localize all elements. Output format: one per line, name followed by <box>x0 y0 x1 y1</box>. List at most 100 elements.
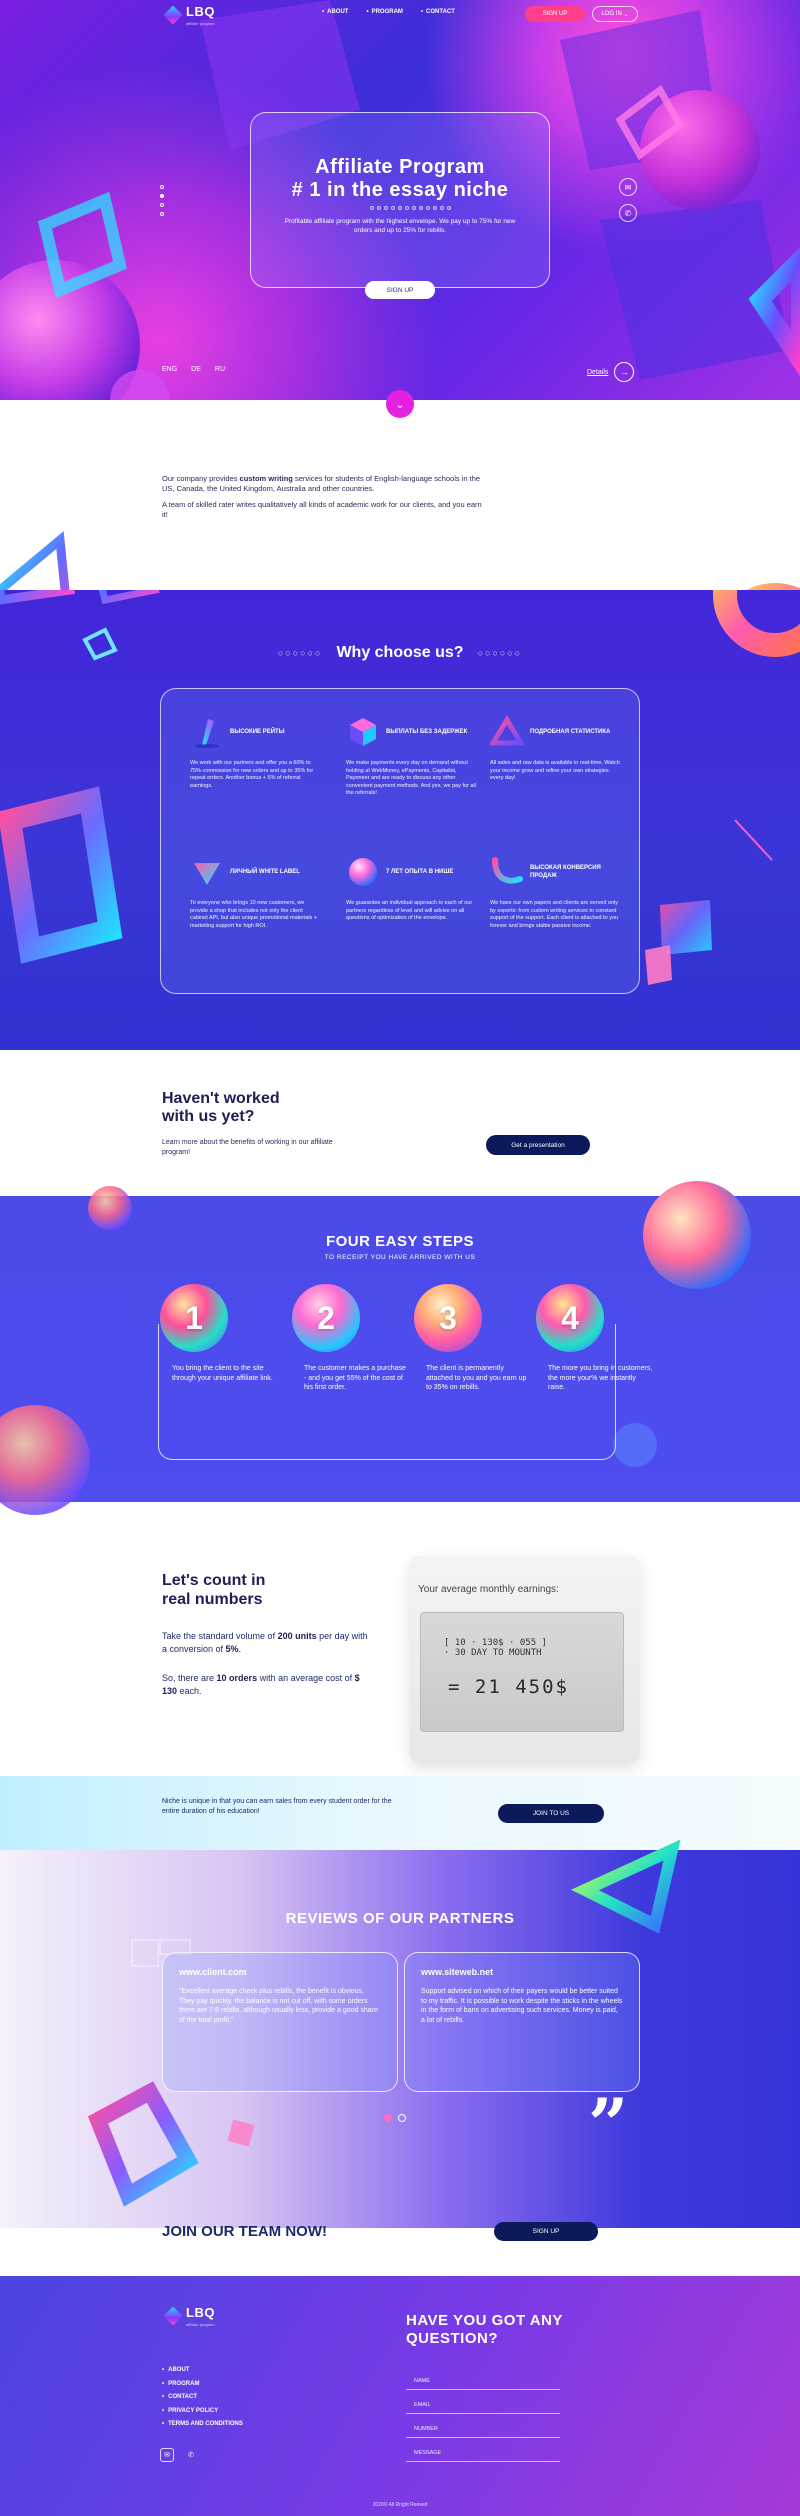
step-text: The client is permanently attached to yo… <box>426 1365 527 1391</box>
join-to-us-button[interactable]: JOIN TO US <box>498 1804 604 1823</box>
feature-high-conversion: ВЫСОКАЯ КОНВЕРСИЯ ПРОДАЖ We have our own… <box>490 852 620 930</box>
name-field[interactable]: NAME <box>406 2372 560 2390</box>
feature-text: We work with our partners and offer you … <box>190 760 314 789</box>
slider-dot[interactable] <box>160 203 164 207</box>
reviews-title: REVIEWS OF OUR PARTNERS <box>285 1910 515 1927</box>
feature-high-rates: ВЫСОКИЕ РЕЙТЫ We work with our partners … <box>190 712 320 790</box>
footer-brand-name: LBQ affiliate program <box>186 2305 215 2327</box>
step-ball: 1 <box>160 1284 228 1352</box>
hero-section: LBQaffiliate program ABOUT PROGRAM CONTA… <box>0 0 800 400</box>
scroll-down-button[interactable]: ⌄ <box>386 390 414 418</box>
phone-icon[interactable]: ✆ <box>184 2448 198 2462</box>
cube-icon <box>350 718 376 746</box>
feature-white-label: ЛИЧНЫЙ WHITE LABEL To everyone who bring… <box>190 852 320 930</box>
nav-about[interactable]: ABOUT <box>322 9 348 15</box>
intro-paragraph-2: A team of skilled rater writes qualitati… <box>162 500 482 519</box>
step-3: 3 The client is permanently attached to … <box>412 1284 532 1393</box>
get-presentation-button[interactable]: Get a presentation <box>486 1135 590 1155</box>
email-field[interactable]: EMAIL <box>406 2396 560 2414</box>
count-title: Let's count in real numbers <box>162 1572 266 1608</box>
step-2: 2 The customer makes a purchase - and yo… <box>290 1284 410 1393</box>
step-number: 3 <box>439 1299 457 1336</box>
lang-eng[interactable]: ENG <box>162 366 177 373</box>
details-link[interactable]: Details → <box>587 362 635 382</box>
join-title: JOIN OUR TEAM NOW! <box>162 2223 327 2240</box>
footer-link-program[interactable]: PROGRAM <box>162 2378 243 2392</box>
mail-icon[interactable]: ✉ <box>619 178 637 196</box>
slider-dot[interactable] <box>160 185 164 189</box>
brand-logo[interactable]: LBQ affiliate program <box>163 3 215 26</box>
intro-paragraph-1: Our company provides custom writing serv… <box>162 474 481 493</box>
slider-dot[interactable] <box>160 212 164 216</box>
feature-no-delay-payouts: ВЫПЛАТЫ БЕЗ ЗАДЕРЖЕК We make payments ev… <box>346 712 476 798</box>
footer-link-terms[interactable]: TERMS AND CONDITIONS <box>162 2418 243 2432</box>
footer-link-contact[interactable]: CONTACT <box>162 2391 243 2405</box>
question-title: HAVE YOU GOT ANY QUESTION? <box>406 2312 563 2347</box>
reviews-dot-active[interactable] <box>384 2114 392 2122</box>
message-field[interactable]: MESSAGE <box>406 2444 560 2462</box>
chevron-down-icon: ⌄ <box>395 398 405 411</box>
hero-title-line1: Affiliate Program <box>315 156 485 178</box>
feature-text: We have our own papers and clients are s… <box>490 900 619 929</box>
step-ball: 2 <box>292 1284 360 1352</box>
quote-icon: ” <box>588 2083 629 2166</box>
step-1: 1 You bring the client to the site throu… <box>158 1284 278 1383</box>
footer-link-privacy[interactable]: PRIVACY POLICY <box>162 2405 243 2419</box>
why-title: ○○○○○○ Why choose us? ○○○○○○ <box>277 644 523 661</box>
review-text: Support advised on which of their payers… <box>421 1988 623 2024</box>
review-card-1: www.client.com "Excellent average check … <box>162 1952 398 2092</box>
calculator-result: = 21 450$ <box>448 1676 569 1698</box>
hero-subtitle: Profitable affiliate program with the hi… <box>284 218 516 234</box>
footer-link-about[interactable]: ABOUT <box>162 2364 243 2378</box>
step-number: 1 <box>185 1299 203 1336</box>
curve-icon <box>492 857 523 884</box>
feature-experience: 7 ЛЕТ ОПЫТА В НИШЕ We guarantee an indiv… <box>346 852 476 923</box>
slider-dot-active[interactable] <box>160 194 164 198</box>
step-text: The customer makes a purchase - and you … <box>304 1365 406 1391</box>
calculator-label: Your average monthly earnings: <box>418 1584 559 1595</box>
header-signup-button[interactable]: SIGN UP <box>525 6 585 22</box>
cube-logo-icon <box>163 2305 183 2326</box>
havent-worked-text: Learn more about the benefits of working… <box>162 1139 333 1156</box>
chevron-down-icon: ⌄ <box>623 11 629 18</box>
diamond-icon <box>194 863 220 885</box>
hero-deco-dots <box>370 206 451 210</box>
hero-signup-button[interactable]: SIGN UP <box>365 281 435 299</box>
lang-de[interactable]: DE <box>191 366 201 373</box>
feature-text: To everyone who brings 10 new customers,… <box>190 900 318 929</box>
steps-subtitle: TO RECEIPT YOU HAVE ARRIVED WITH US <box>324 1254 476 1261</box>
step-text: The more you bring in customers, the mor… <box>548 1365 653 1391</box>
feature-text: All sales and raw data is available in r… <box>490 760 620 781</box>
footer-logo[interactable]: LBQ affiliate program <box>163 2304 215 2327</box>
details-label: Details <box>587 368 609 376</box>
count-paragraph-1: Take the standard volume of 200 units pe… <box>162 1631 368 1654</box>
hero-title: Affiliate Program # 1 in the essay niche <box>250 156 550 202</box>
triangle-icon <box>490 715 524 746</box>
steps-title: FOUR EASY STEPS <box>325 1233 475 1250</box>
reviews-decor <box>87 1839 681 2207</box>
login-label: LOG IN <box>601 11 622 17</box>
header-login-button[interactable]: LOG IN ⌄ <box>592 6 638 22</box>
step-number: 4 <box>561 1299 579 1336</box>
language-switcher: ENG DE RU <box>162 366 225 373</box>
join-signup-button[interactable]: SIGN UP <box>494 2222 598 2241</box>
step-text: You bring the client to the site through… <box>172 1365 273 1382</box>
review-card-2: www.siteweb.net Support advised on which… <box>404 1952 640 2092</box>
main-nav: ABOUT PROGRAM CONTACT <box>322 9 455 15</box>
lang-ru[interactable]: RU <box>215 366 225 373</box>
number-field[interactable]: NUMBER <box>406 2420 560 2438</box>
nav-program[interactable]: PROGRAM <box>366 9 403 15</box>
review-site[interactable]: www.siteweb.net <box>421 1967 623 1977</box>
hero-slider-dots <box>160 185 164 216</box>
mail-icon[interactable]: ✉ <box>160 2448 174 2462</box>
step-4: 4 The more you bring in customers, the m… <box>534 1284 654 1393</box>
review-site[interactable]: www.client.com <box>179 1967 381 1977</box>
havent-worked-title: Haven't worked with us yet? <box>162 1090 280 1125</box>
footer-links: ABOUT PROGRAM CONTACT PRIVACY POLICY TER… <box>162 2364 243 2432</box>
reviews-dot[interactable] <box>398 2114 406 2122</box>
nav-contact[interactable]: CONTACT <box>421 9 455 15</box>
reviews-pagination <box>384 2114 406 2122</box>
brand-name: LBQ affiliate program <box>186 4 215 26</box>
phone-icon[interactable]: ✆ <box>619 204 637 222</box>
copyright: 2020© All Rright Reeved <box>372 2502 428 2508</box>
